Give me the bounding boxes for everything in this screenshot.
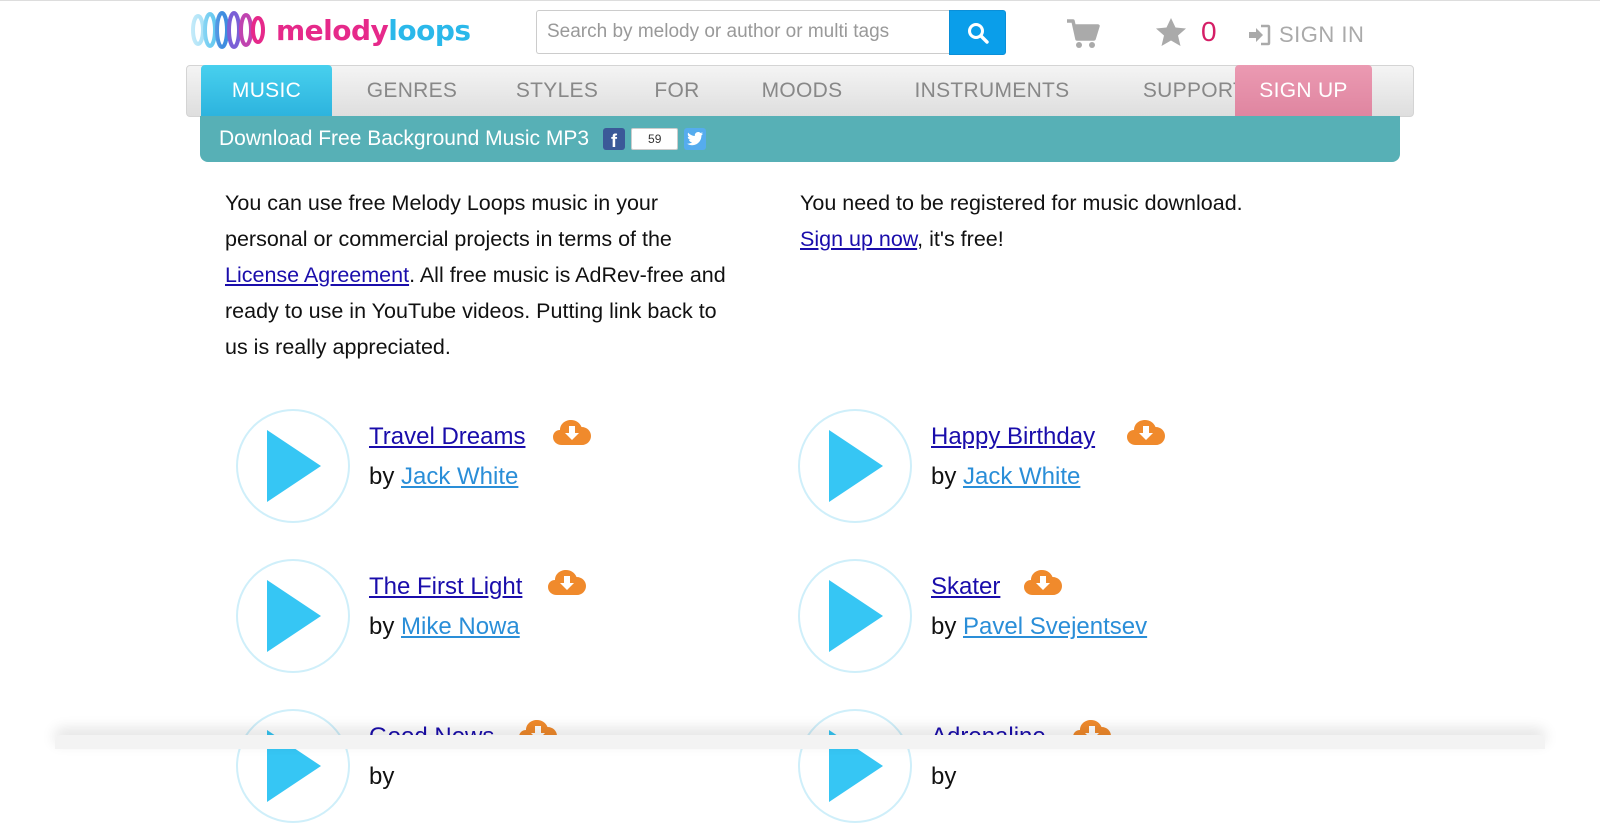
search-input[interactable] [536,10,950,54]
twitter-share-button[interactable] [684,128,707,150]
track-item: Adrenaline by [798,709,1358,829]
track-item: Good News by [236,709,796,829]
track-title-link[interactable]: The First Light [369,573,522,601]
sign-up-now-link[interactable]: Sign up now [800,227,917,251]
sign-in-label: SIGN IN [1279,22,1365,47]
facebook-share-button[interactable]: f [603,128,626,151]
cloud-download-icon [1024,570,1062,595]
intro-register-text-part1: You need to be registered for music down… [800,191,1243,215]
track-author: by Pavel Svejentsev [931,613,1147,641]
nav-item-genres[interactable]: GENRES [342,65,482,117]
download-button[interactable] [547,567,587,599]
favorites-count: 0 [1201,16,1217,47]
track-by-label: by [369,463,402,490]
track-by-label: by [931,613,964,640]
intro-license-text-part1: You can use free Melody Loops music in y… [225,191,672,251]
play-button[interactable] [798,709,912,823]
play-button[interactable] [236,409,350,523]
intro-register-text: You need to be registered for music down… [800,185,1320,257]
cloud-download-icon [553,420,591,445]
facebook-icon: f [611,131,618,151]
bottom-panel-edge [55,735,1545,749]
play-icon [267,430,321,502]
main-nav: MUSIC GENRES STYLES FOR MOODS INSTRUMENT… [186,65,1414,117]
track-author: by Jack White [931,463,1080,491]
play-icon [829,430,883,502]
cart-icon [1067,19,1100,48]
track-by-label: by [931,763,957,790]
star-icon [1156,18,1186,46]
track-item: Travel Dreams by Jack White [236,409,796,529]
cloud-download-icon [1127,420,1165,445]
cart-button[interactable] [1066,18,1100,50]
track-item: The First Light by Mike Nowa [236,559,796,679]
sign-in-icon [1249,24,1271,46]
search-icon [967,22,989,44]
share-count-badge: 59 [631,128,679,150]
play-button[interactable] [798,409,912,523]
track-title-link[interactable]: Travel Dreams [369,423,525,451]
site-logo[interactable]: melodyloops [188,10,471,50]
favorites-button[interactable]: 0 [1155,16,1217,48]
play-button[interactable] [798,559,912,673]
download-button[interactable] [1023,567,1063,599]
intro-license-text: You can use free Melody Loops music in y… [225,185,735,365]
nav-item-instruments[interactable]: INSTRUMENTS [882,65,1102,117]
track-author: by [931,763,956,791]
search-button[interactable] [949,10,1006,55]
track-by-label: by [931,463,964,490]
track-author: by Jack White [369,463,518,491]
author-link[interactable]: Mike Nowa [401,613,520,640]
download-button[interactable] [1126,417,1166,449]
twitter-icon [687,132,704,146]
author-link[interactable]: Jack White [401,463,518,490]
logo-waves-icon [188,10,274,50]
logo-wordmark: melodyloops [276,14,471,47]
nav-item-music[interactable]: MUSIC [201,65,332,117]
track-by-label: by [369,613,402,640]
sign-in-link[interactable]: SIGN IN [1247,22,1364,48]
author-link[interactable]: Pavel Svejentsev [963,613,1147,640]
track-by-label: by [369,763,395,790]
play-button[interactable] [236,559,350,673]
play-icon [267,580,321,652]
track-author: by Mike Nowa [369,613,520,641]
track-item: Skater by Pavel Svejentsev [798,559,1358,679]
track-item: Happy Birthday by Jack White [798,409,1358,529]
intro-register-text-part2: , it's free! [917,227,1004,251]
page-title: Download Free Background Music MP3 [219,127,590,150]
play-icon [829,580,883,652]
play-button[interactable] [236,709,350,823]
logo-word-melody: melody [276,13,389,47]
download-button[interactable] [552,417,592,449]
nav-item-styles[interactable]: STYLES [487,65,627,117]
author-link[interactable]: Jack White [963,463,1080,490]
nav-item-moods[interactable]: MOODS [722,65,882,117]
page-banner: Download Free Background Music MP3 f 59 [200,116,1400,162]
track-title-link[interactable]: Skater [931,573,1000,601]
nav-item-sign-up[interactable]: SIGN UP [1235,65,1372,117]
nav-item-for[interactable]: FOR [627,65,727,117]
license-agreement-link[interactable]: License Agreement [225,263,409,287]
logo-word-loops: loops [388,13,471,47]
track-author: by [369,763,394,791]
track-title-link[interactable]: Happy Birthday [931,423,1095,451]
top-border [0,0,1600,1]
cloud-download-icon [548,570,586,595]
